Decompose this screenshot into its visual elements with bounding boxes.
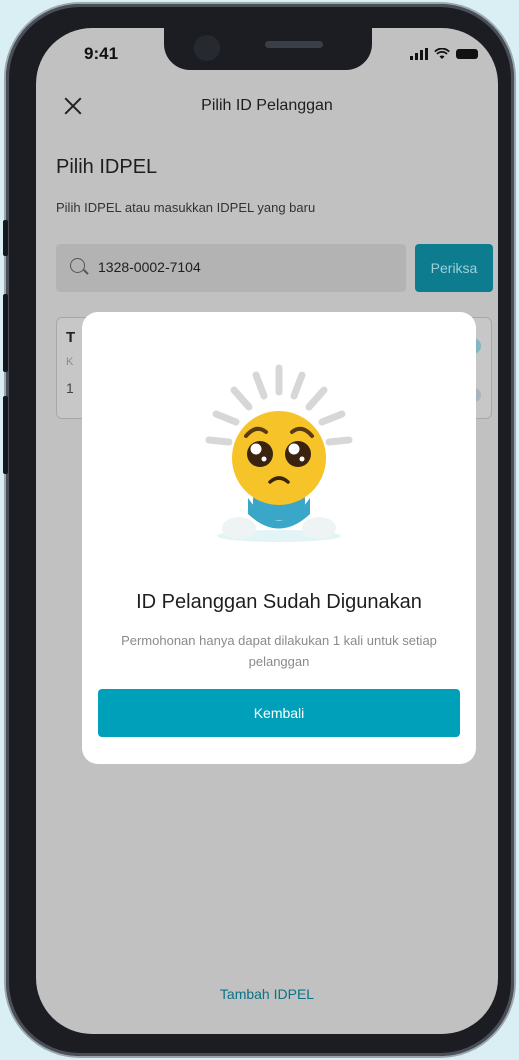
idpel-search-input[interactable]: 1328-0002-7104 bbox=[56, 244, 406, 292]
modal-description: Permohonan hanya dapat dilakukan 1 kali … bbox=[121, 633, 437, 669]
page-title: Pilih IDPEL bbox=[56, 156, 158, 178]
status-icons bbox=[410, 48, 478, 60]
customer-card-title: T bbox=[66, 329, 76, 346]
back-button[interactable]: Kembali bbox=[98, 689, 460, 737]
page-subtitle: Pilih IDPEL atau masukkan IDPEL yang bar… bbox=[56, 200, 316, 215]
volume-down-button bbox=[3, 396, 8, 474]
search-icon bbox=[70, 258, 85, 273]
header-title: Pilih ID Pelanggan bbox=[201, 97, 333, 114]
mute-switch bbox=[3, 220, 8, 256]
front-camera bbox=[194, 35, 220, 61]
search-value: 1328-0002-7104 bbox=[98, 259, 201, 275]
wifi-icon bbox=[434, 48, 450, 59]
customer-card-number: 1 bbox=[66, 380, 74, 396]
screen: 9:41 Pilih ID Pelanggan Pilih IDPEL Pili… bbox=[36, 28, 498, 1034]
check-button[interactable]: Periksa bbox=[415, 244, 493, 292]
error-modal: ID Pelanggan Sudah Digunakan Permohonan … bbox=[82, 312, 476, 764]
signal-icon bbox=[410, 48, 428, 60]
sad-lightbulb-icon bbox=[205, 364, 353, 542]
status-time: 9:41 bbox=[84, 44, 119, 63]
customer-card-subtitle: K bbox=[66, 356, 74, 368]
speaker-grille bbox=[265, 41, 323, 48]
battery-icon bbox=[456, 49, 478, 59]
phone-frame: 9:41 Pilih ID Pelanggan Pilih IDPEL Pili… bbox=[3, 4, 514, 1056]
add-idpel-link[interactable]: Tambah IDPEL bbox=[36, 986, 498, 1002]
volume-up-button bbox=[3, 294, 8, 372]
modal-title: ID Pelanggan Sudah Digunakan bbox=[136, 591, 422, 613]
notch bbox=[164, 28, 372, 70]
